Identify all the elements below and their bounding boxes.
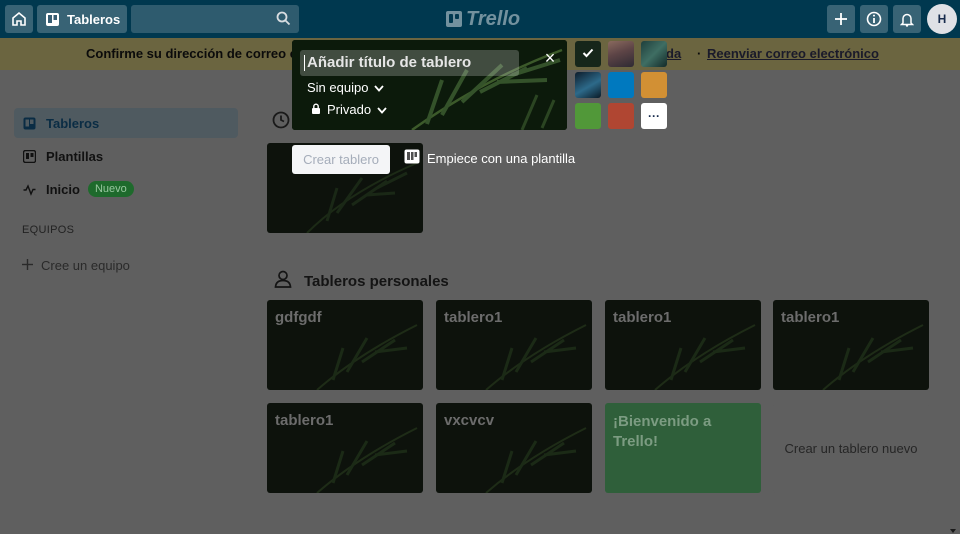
background-swatch-orange[interactable]	[641, 72, 667, 98]
activity-icon	[23, 183, 36, 196]
boards-button[interactable]: Tableros	[37, 5, 127, 33]
scroll-down-icon[interactable]	[949, 522, 957, 533]
boards-icon	[45, 12, 60, 27]
sidebar-item-home[interactable]: Inicio Nuevo	[14, 174, 238, 204]
board-name: tablero1	[444, 309, 503, 326]
banner-separator: ·	[697, 46, 702, 61]
lock-icon	[311, 102, 321, 117]
chevron-down-icon	[377, 102, 387, 117]
bell-icon	[900, 12, 914, 27]
board-tile[interactable]: vxcvcv	[436, 403, 592, 493]
team-select-label: Sin equipo	[307, 80, 369, 95]
trello-logo-text: Trello	[466, 7, 521, 30]
boards-button-label: Tableros	[67, 11, 121, 27]
home-button[interactable]	[5, 5, 33, 33]
visibility-select-label: Privado	[327, 102, 372, 117]
search-icon	[276, 11, 291, 31]
plus-icon	[834, 12, 848, 26]
plus-icon	[22, 258, 33, 273]
search-input[interactable]	[131, 5, 299, 33]
board-title-placeholder: Añadir título de tablero	[307, 54, 472, 71]
text-caret	[304, 55, 305, 71]
board-tile[interactable]: tablero1	[605, 300, 761, 390]
board-tile[interactable]: tablero1	[267, 403, 423, 493]
boards-icon	[23, 117, 36, 130]
sidebar-item-label: Plantillas	[46, 148, 104, 164]
personal-boards-title: Tableros personales	[304, 272, 449, 290]
personal-boards-heading: Tableros personales	[274, 270, 449, 292]
sidebar-item-label: Tableros	[46, 115, 100, 131]
trello-logo[interactable]: Trello	[446, 8, 520, 30]
board-name: gdfgdf	[275, 309, 322, 326]
create-team-label: Cree un equipo	[41, 258, 130, 273]
board-tile[interactable]: ¡Bienvenido a Trello!	[605, 403, 761, 493]
notifications-button[interactable]	[893, 5, 921, 33]
info-button[interactable]	[860, 5, 888, 33]
board-name: tablero1	[613, 309, 672, 326]
team-select[interactable]: Sin equipo	[307, 80, 385, 95]
template-icon	[404, 149, 420, 167]
more-icon: ···	[648, 109, 660, 123]
start-with-template-link[interactable]: Empiece con una plantilla	[404, 149, 575, 167]
clock-icon	[272, 111, 290, 134]
person-icon	[274, 270, 292, 292]
board-tile[interactable]: tablero1	[436, 300, 592, 390]
background-swatch-photo[interactable]	[575, 72, 601, 98]
background-swatch-photo[interactable]	[608, 41, 634, 67]
start-with-template-label: Empiece con una plantilla	[427, 150, 576, 166]
board-name: ¡Bienvenido a Trello!	[613, 413, 712, 450]
templates-icon	[23, 149, 36, 163]
new-badge: Nuevo	[87, 181, 134, 197]
board-tile[interactable]: tablero1	[773, 300, 929, 390]
board-title-input[interactable]: Añadir título de tablero	[300, 50, 519, 76]
sidebar-item-label: Inicio	[46, 181, 80, 197]
home-icon	[11, 11, 27, 27]
more-backgrounds-button[interactable]: ···	[641, 103, 667, 129]
banner-link-partial[interactable]: da	[666, 46, 681, 61]
close-icon: ×	[544, 47, 556, 68]
board-name: tablero1	[275, 412, 334, 429]
top-header: Tableros Trello H	[0, 0, 960, 38]
teams-heading: EQUIPOS	[22, 224, 75, 236]
avatar[interactable]: H	[927, 4, 957, 34]
create-button[interactable]	[827, 5, 855, 33]
check-icon	[582, 45, 594, 63]
board-tile[interactable]: gdfgdf	[267, 300, 423, 390]
banner-message: Confirme su dirección de correo e	[86, 46, 297, 61]
create-new-board-label: Crear un tablero nuevo	[784, 440, 918, 456]
board-name: vxcvcv	[444, 412, 495, 429]
chevron-down-icon	[374, 80, 385, 95]
create-board-label: Crear tablero	[303, 152, 379, 167]
info-icon	[866, 11, 882, 27]
background-swatch-blue[interactable]	[608, 72, 634, 98]
sidebar-item-templates[interactable]: Plantillas	[14, 141, 238, 171]
background-swatch-photo[interactable]	[641, 41, 667, 67]
trello-logo-icon	[446, 11, 462, 27]
background-swatch-red[interactable]	[608, 103, 634, 129]
board-name: tablero1	[781, 309, 840, 326]
background-swatch-selected[interactable]	[575, 41, 601, 67]
create-new-board-tile[interactable]: Crear un tablero nuevo	[773, 403, 929, 493]
create-team-button[interactable]: Cree un equipo	[22, 258, 130, 273]
sidebar-item-boards[interactable]: Tableros	[14, 108, 238, 138]
create-board-button[interactable]: Crear tablero	[292, 145, 390, 174]
background-swatch-green[interactable]	[575, 103, 601, 129]
visibility-select[interactable]: Privado	[311, 102, 387, 117]
resend-email-link[interactable]: Reenviar correo electrónico	[707, 46, 879, 61]
close-dialog-button[interactable]: ×	[540, 48, 560, 68]
